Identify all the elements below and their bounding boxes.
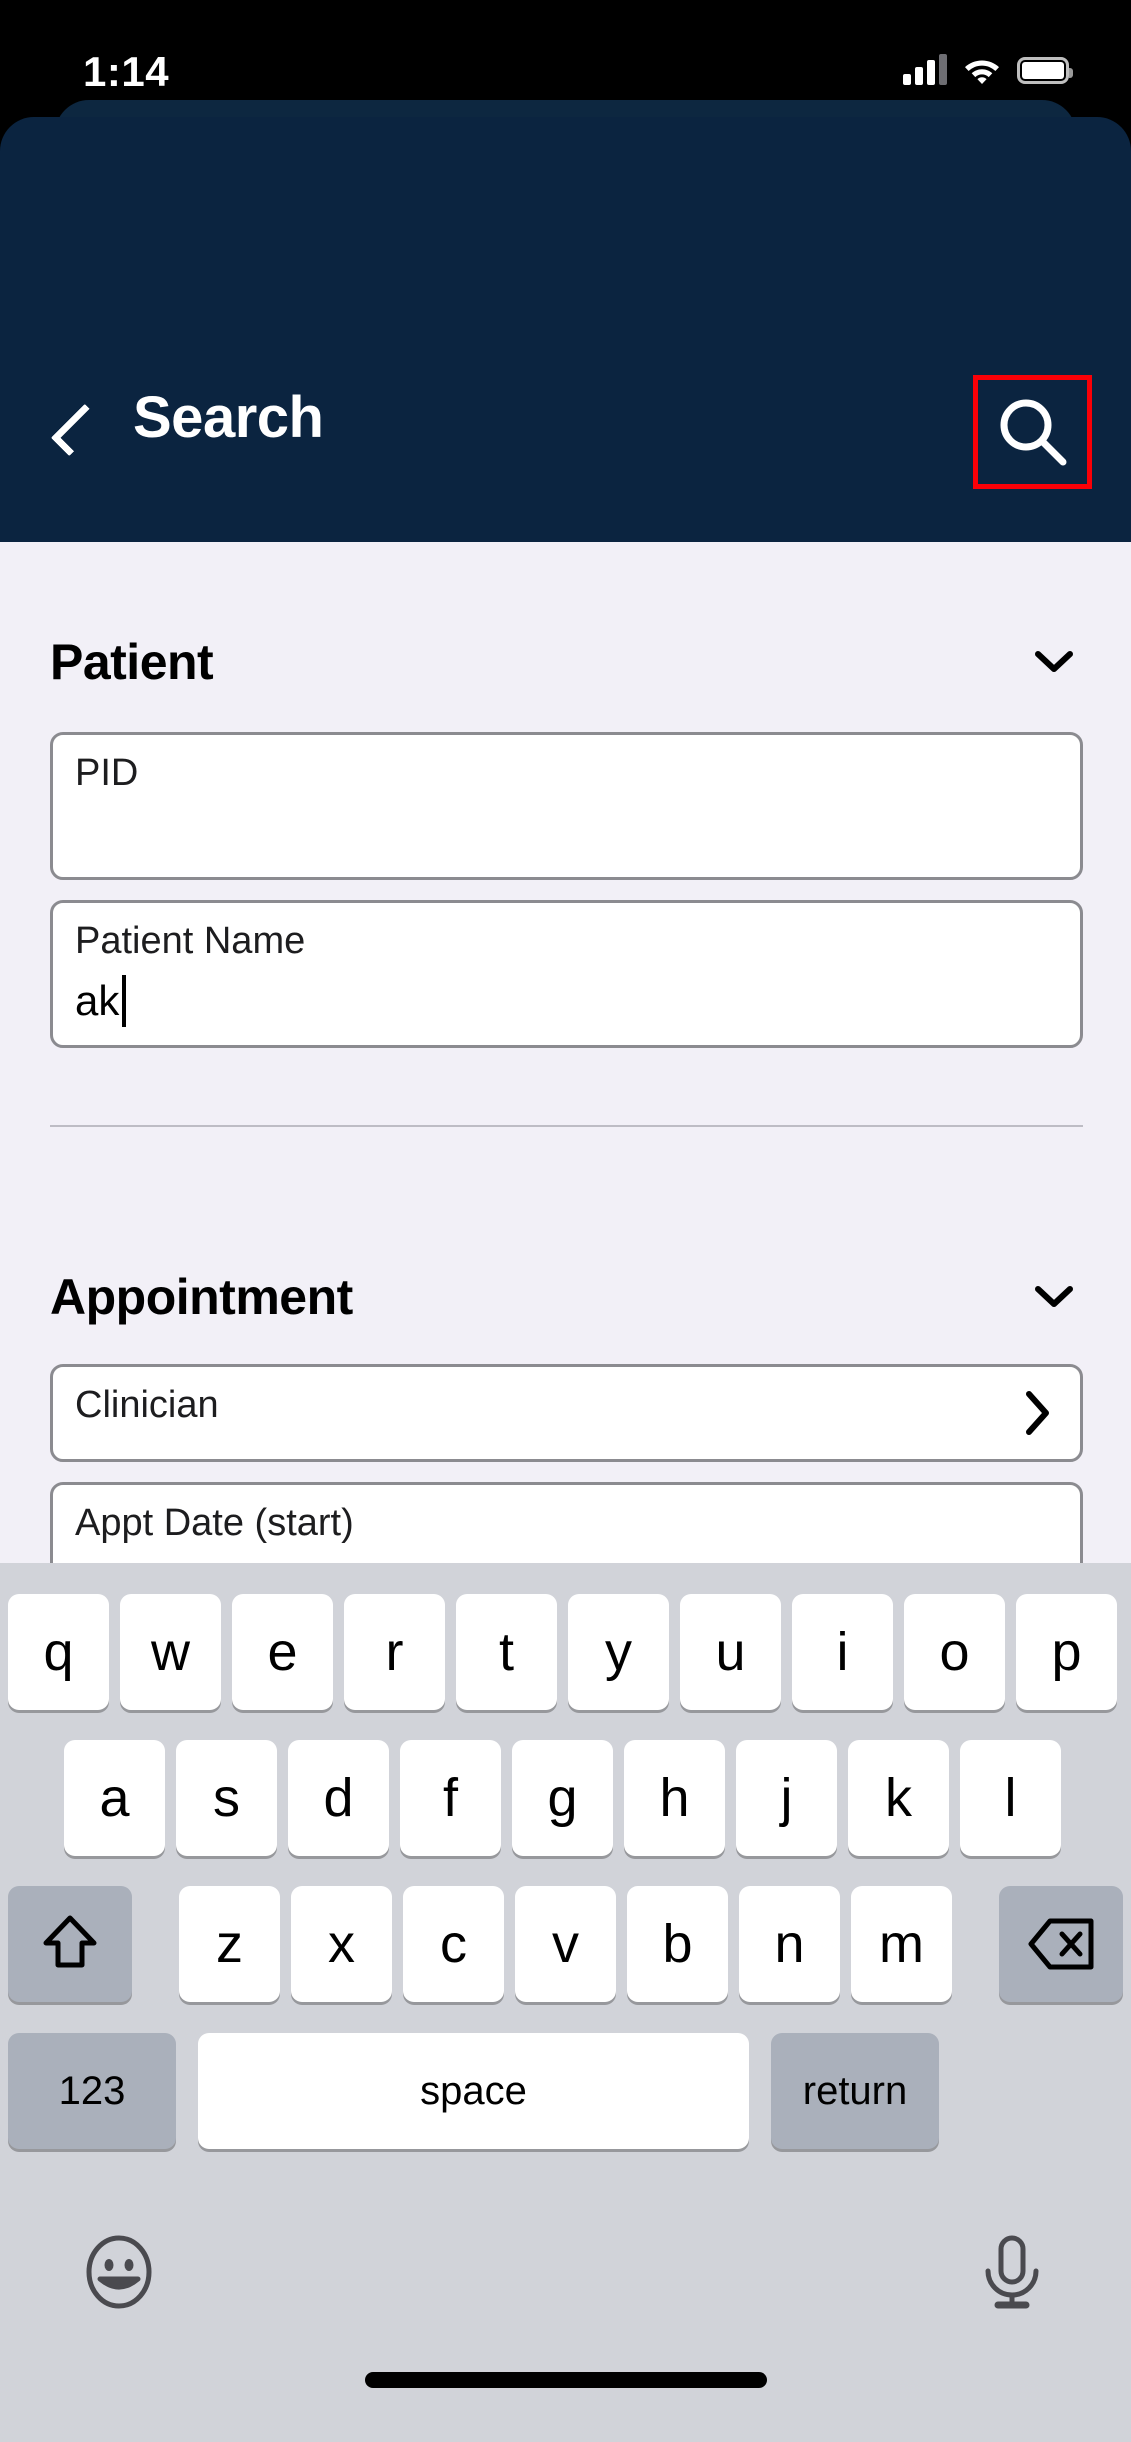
keyboard-row-3: zxcvbnm — [0, 1886, 1131, 2002]
numbers-key[interactable]: 123 — [8, 2033, 176, 2149]
status-bar-time: 1:14 — [83, 48, 170, 95]
key-i[interactable]: i — [792, 1594, 893, 1710]
key-l[interactable]: l — [960, 1740, 1061, 1856]
key-y[interactable]: y — [568, 1594, 669, 1710]
home-indicator — [364, 2372, 767, 2388]
key-d[interactable]: d — [288, 1740, 389, 1856]
chevron-down-icon — [1035, 651, 1073, 672]
section-header-appointment[interactable]: Appointment — [50, 1262, 1083, 1332]
wifi-icon — [965, 60, 999, 84]
backspace-key[interactable] — [999, 1886, 1123, 2002]
chevron-left-icon — [50, 403, 104, 457]
space-key[interactable]: space — [198, 2033, 749, 2149]
key-b[interactable]: b — [627, 1886, 728, 2002]
key-c[interactable]: c — [403, 1886, 504, 2002]
key-x[interactable]: x — [291, 1886, 392, 2002]
back-button[interactable] — [44, 394, 110, 466]
on-screen-keyboard: qwertyuiop asdfghjkl zxcvbnm 123 s p a ce r… — [0, 1563, 1131, 2442]
field-label-clinician: Clinician — [75, 1384, 219, 1426]
cellular-signal-icon — [903, 54, 947, 85]
text-cursor — [122, 975, 127, 1027]
key-m[interactable]: m — [851, 1886, 952, 2002]
field-value-patient-name: ak — [75, 975, 127, 1027]
key-h[interactable]: h — [624, 1740, 725, 1856]
field-label-pid: PID — [75, 752, 139, 794]
field-patient-name[interactable]: Patient Name ak — [50, 900, 1083, 1048]
section-title-patient: Patient — [50, 634, 214, 690]
status-bar-icons — [903, 48, 1073, 92]
shift-key[interactable] — [8, 1886, 132, 2002]
field-pid[interactable]: PID — [50, 732, 1083, 880]
page-title: Search — [133, 385, 324, 450]
section-header-patient[interactable]: Patient — [50, 627, 1083, 697]
key-k[interactable]: k — [848, 1740, 949, 1856]
key-j[interactable]: j — [736, 1740, 837, 1856]
key-z[interactable]: z — [179, 1886, 280, 2002]
key-f[interactable]: f — [400, 1740, 501, 1856]
key-o[interactable]: o — [904, 1594, 1005, 1710]
backspace-icon — [1028, 1918, 1094, 1970]
nav-bar: Search — [0, 370, 1131, 490]
shift-arrow-icon — [43, 1915, 97, 1968]
field-clinician[interactable]: Clinician — [50, 1364, 1083, 1462]
field-label-patient-name: Patient Name — [75, 920, 306, 962]
key-p[interactable]: p — [1016, 1594, 1117, 1710]
search-button[interactable] — [973, 375, 1092, 489]
field-appt-date-start[interactable]: Appt Date (start) — [50, 1482, 1083, 1563]
keyboard-row-4: 123 space return — [0, 2033, 1131, 2149]
key-g[interactable]: g — [512, 1740, 613, 1856]
key-r[interactable]: r — [344, 1594, 445, 1710]
key-a[interactable]: a — [64, 1740, 165, 1856]
key-t[interactable]: t — [456, 1594, 557, 1710]
section-divider — [50, 1125, 1083, 1127]
return-key[interactable]: return — [771, 2033, 939, 2149]
key-w[interactable]: w — [120, 1594, 221, 1710]
phone-screen: 1:14 Search Patient PID Patient Name ak … — [0, 0, 1131, 2442]
field-label-appt-date-start: Appt Date (start) — [75, 1502, 354, 1544]
search-form: Patient PID Patient Name ak Appointment … — [0, 542, 1131, 1563]
section-title-appointment: Appointment — [50, 1269, 353, 1325]
search-icon — [1000, 399, 1066, 466]
microphone-icon[interactable] — [973, 2233, 1051, 2311]
app-header: Search — [0, 117, 1131, 542]
keyboard-row-2: asdfghjkl — [0, 1740, 1131, 1856]
battery-icon — [1017, 56, 1073, 84]
chevron-down-icon — [1035, 1286, 1073, 1307]
key-n[interactable]: n — [739, 1886, 840, 2002]
key-v[interactable]: v — [515, 1886, 616, 2002]
keyboard-row-1: qwertyuiop — [0, 1594, 1131, 1710]
emoji-smiley-icon[interactable] — [80, 2233, 158, 2311]
key-u[interactable]: u — [680, 1594, 781, 1710]
chevron-right-icon — [1026, 1391, 1049, 1435]
key-e[interactable]: e — [232, 1594, 333, 1710]
key-s[interactable]: s — [176, 1740, 277, 1856]
key-q[interactable]: q — [8, 1594, 109, 1710]
